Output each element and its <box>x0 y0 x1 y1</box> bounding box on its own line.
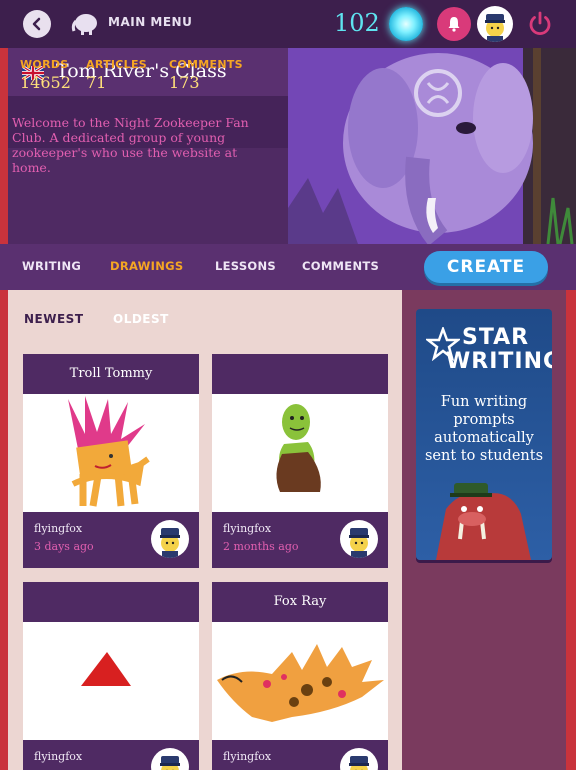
stat-value: 173 <box>169 73 200 92</box>
drawings-feed: NEWEST OLDEST Troll Tommy flyingfox 3 da… <box>8 290 402 770</box>
stat-label: WORDS <box>20 58 69 71</box>
card-title: Fox Ray <box>212 582 388 622</box>
stat-value: 14652 <box>20 73 71 92</box>
card-footer: flyingfox 2 months ago <box>212 512 388 568</box>
tab-drawings[interactable]: DRAWINGS <box>110 259 184 273</box>
card-date: 2 months ago <box>223 540 299 553</box>
user-avatar[interactable] <box>477 6 513 42</box>
orb-icon[interactable] <box>389 7 423 41</box>
promo-text: Fun writing prompts automatically sent t… <box>424 394 544 464</box>
card-author[interactable]: flyingfox <box>223 750 271 763</box>
troll-drawing <box>68 396 150 507</box>
star-writing-promo[interactable]: STAR WRITING Fun writing prompts automat… <box>416 309 552 560</box>
tab-comments[interactable]: COMMENTS <box>302 259 379 273</box>
green-creature-drawing <box>276 404 321 492</box>
promo-logo-line1: STAR <box>462 325 530 350</box>
author-avatar[interactable] <box>340 748 378 770</box>
card-image <box>212 394 388 512</box>
elephant-icon[interactable] <box>70 11 100 35</box>
right-frame <box>566 290 576 770</box>
zookeeper-avatar-icon <box>349 528 369 558</box>
chevron-left-icon <box>32 17 41 31</box>
power-icon[interactable] <box>526 10 554 38</box>
tab-lessons[interactable]: LESSONS <box>215 259 276 273</box>
card-footer: flyingfox <box>23 740 199 770</box>
zookeeper-avatar-icon <box>349 756 369 770</box>
welcome-text: Welcome to the Night Zookeeper Fan Club.… <box>12 115 249 175</box>
notifications-button[interactable] <box>437 7 471 41</box>
zookeeper-avatar-icon <box>485 14 505 42</box>
card-author[interactable]: flyingfox <box>34 522 82 535</box>
card-footer: flyingfox 3 days ago <box>23 512 199 568</box>
stat-articles: ARTICLES 71 <box>86 58 147 92</box>
author-avatar[interactable] <box>340 520 378 558</box>
create-button[interactable]: CREATE <box>424 251 548 283</box>
drawing-card[interactable]: Troll Tommy flyingfox 3 days ago <box>23 354 199 568</box>
bell-icon <box>448 17 460 32</box>
card-title <box>23 582 199 622</box>
card-image <box>212 622 388 740</box>
back-button[interactable] <box>23 10 51 38</box>
zookeeper-avatar-icon <box>160 528 180 558</box>
promo-logo-line2: WRITING <box>446 349 552 374</box>
left-frame <box>0 48 8 770</box>
card-date: 3 days ago <box>34 540 94 553</box>
card-author[interactable]: flyingfox <box>223 522 271 535</box>
elephant-illustration <box>288 48 576 244</box>
card-title <box>212 354 388 394</box>
drawing-card[interactable]: Fox Ray flyingfox <box>212 582 388 770</box>
stat-words: WORDS 14652 <box>20 58 71 92</box>
sort-newest[interactable]: NEWEST <box>24 312 84 326</box>
sort-oldest[interactable]: OLDEST <box>113 312 169 326</box>
author-avatar[interactable] <box>151 748 189 770</box>
stat-value: 71 <box>86 73 107 92</box>
class-banner-image <box>288 48 576 244</box>
zookeeper-avatar-icon <box>160 756 180 770</box>
red-triangle-drawing <box>81 652 131 686</box>
walrus-illustration <box>436 483 531 560</box>
tab-writing[interactable]: WRITING <box>22 259 81 273</box>
author-avatar[interactable] <box>151 520 189 558</box>
main-menu-link[interactable]: MAIN MENU <box>108 15 192 29</box>
stat-label: ARTICLES <box>86 58 148 71</box>
section-tabs: WRITING DRAWINGS LESSONS COMMENTS CREATE <box>0 244 576 290</box>
card-image <box>23 622 199 740</box>
card-footer: flyingfox <box>212 740 388 770</box>
stat-label: COMMENTS <box>169 58 243 71</box>
top-bar: MAIN MENU 102 <box>0 0 576 48</box>
stat-comments: COMMENTS 173 <box>169 58 243 92</box>
fox-ray-drawing <box>217 644 384 722</box>
card-title: Troll Tommy <box>23 354 199 394</box>
card-author[interactable]: flyingfox <box>34 750 82 763</box>
drawing-card[interactable]: flyingfox 2 months ago <box>212 354 388 568</box>
coin-count: 102 <box>334 9 380 37</box>
card-image <box>23 394 199 512</box>
drawing-card[interactable]: flyingfox <box>23 582 199 770</box>
